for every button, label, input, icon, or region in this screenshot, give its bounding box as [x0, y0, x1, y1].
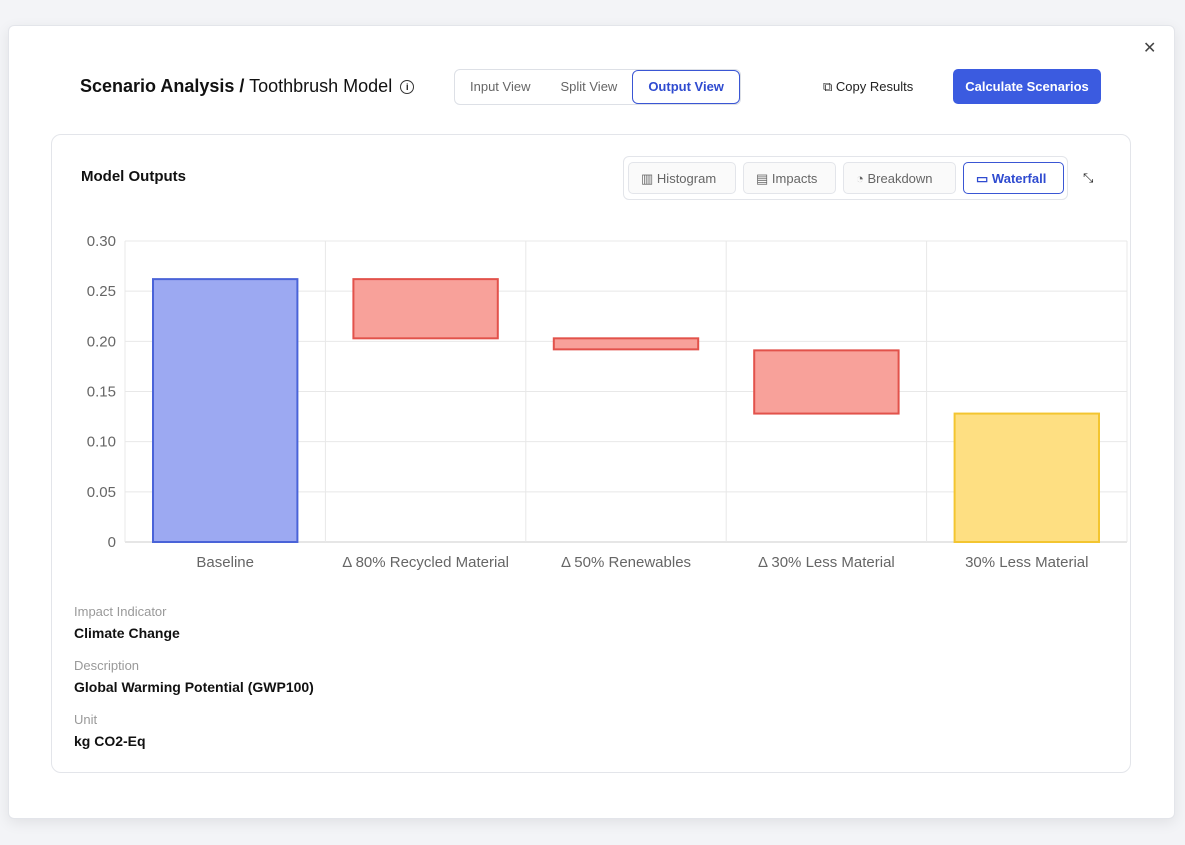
meta-label: Unit	[74, 712, 98, 727]
waterfall-bar	[753, 349, 900, 415]
meta-value: Climate Change	[74, 625, 180, 641]
waterfall-bar	[953, 412, 1100, 543]
meta-unit: Unit kg CO2-Eq	[74, 712, 146, 749]
y-tick-label: 0.15	[87, 384, 116, 401]
y-tick-label: 0.30	[87, 233, 116, 250]
meta-value: kg CO2-Eq	[74, 733, 146, 749]
x-tick-label: Δ 50% Renewables	[561, 554, 691, 571]
x-tick-label: Baseline	[196, 554, 254, 571]
y-tick-label: 0.25	[87, 283, 116, 300]
meta-description: Description Global Warming Potential (GWP…	[74, 658, 314, 695]
y-tick-label: 0.20	[87, 333, 116, 350]
waterfall-bar	[352, 278, 499, 340]
meta-value: Global Warming Potential (GWP100)	[74, 679, 314, 695]
y-tick-label: 0.05	[87, 484, 116, 501]
y-tick-label: 0.10	[87, 434, 116, 451]
x-tick-label: Δ 80% Recycled Material	[342, 554, 509, 571]
meta-label: Impact Indicator	[74, 604, 167, 619]
x-tick-label: 30% Less Material	[965, 554, 1088, 571]
y-tick-label: 0	[108, 534, 116, 551]
waterfall-bar	[552, 337, 700, 351]
x-tick-label: Δ 30% Less Material	[758, 554, 895, 571]
waterfall-bar	[152, 278, 299, 543]
meta-impact-indicator: Impact Indicator Climate Change	[74, 604, 180, 641]
meta-label: Description	[74, 658, 140, 673]
waterfall-chart: 0 0.05 0.10 0.15 0.20 0.25 0.30 Baseline Δ 80% R…	[87, 233, 1128, 571]
